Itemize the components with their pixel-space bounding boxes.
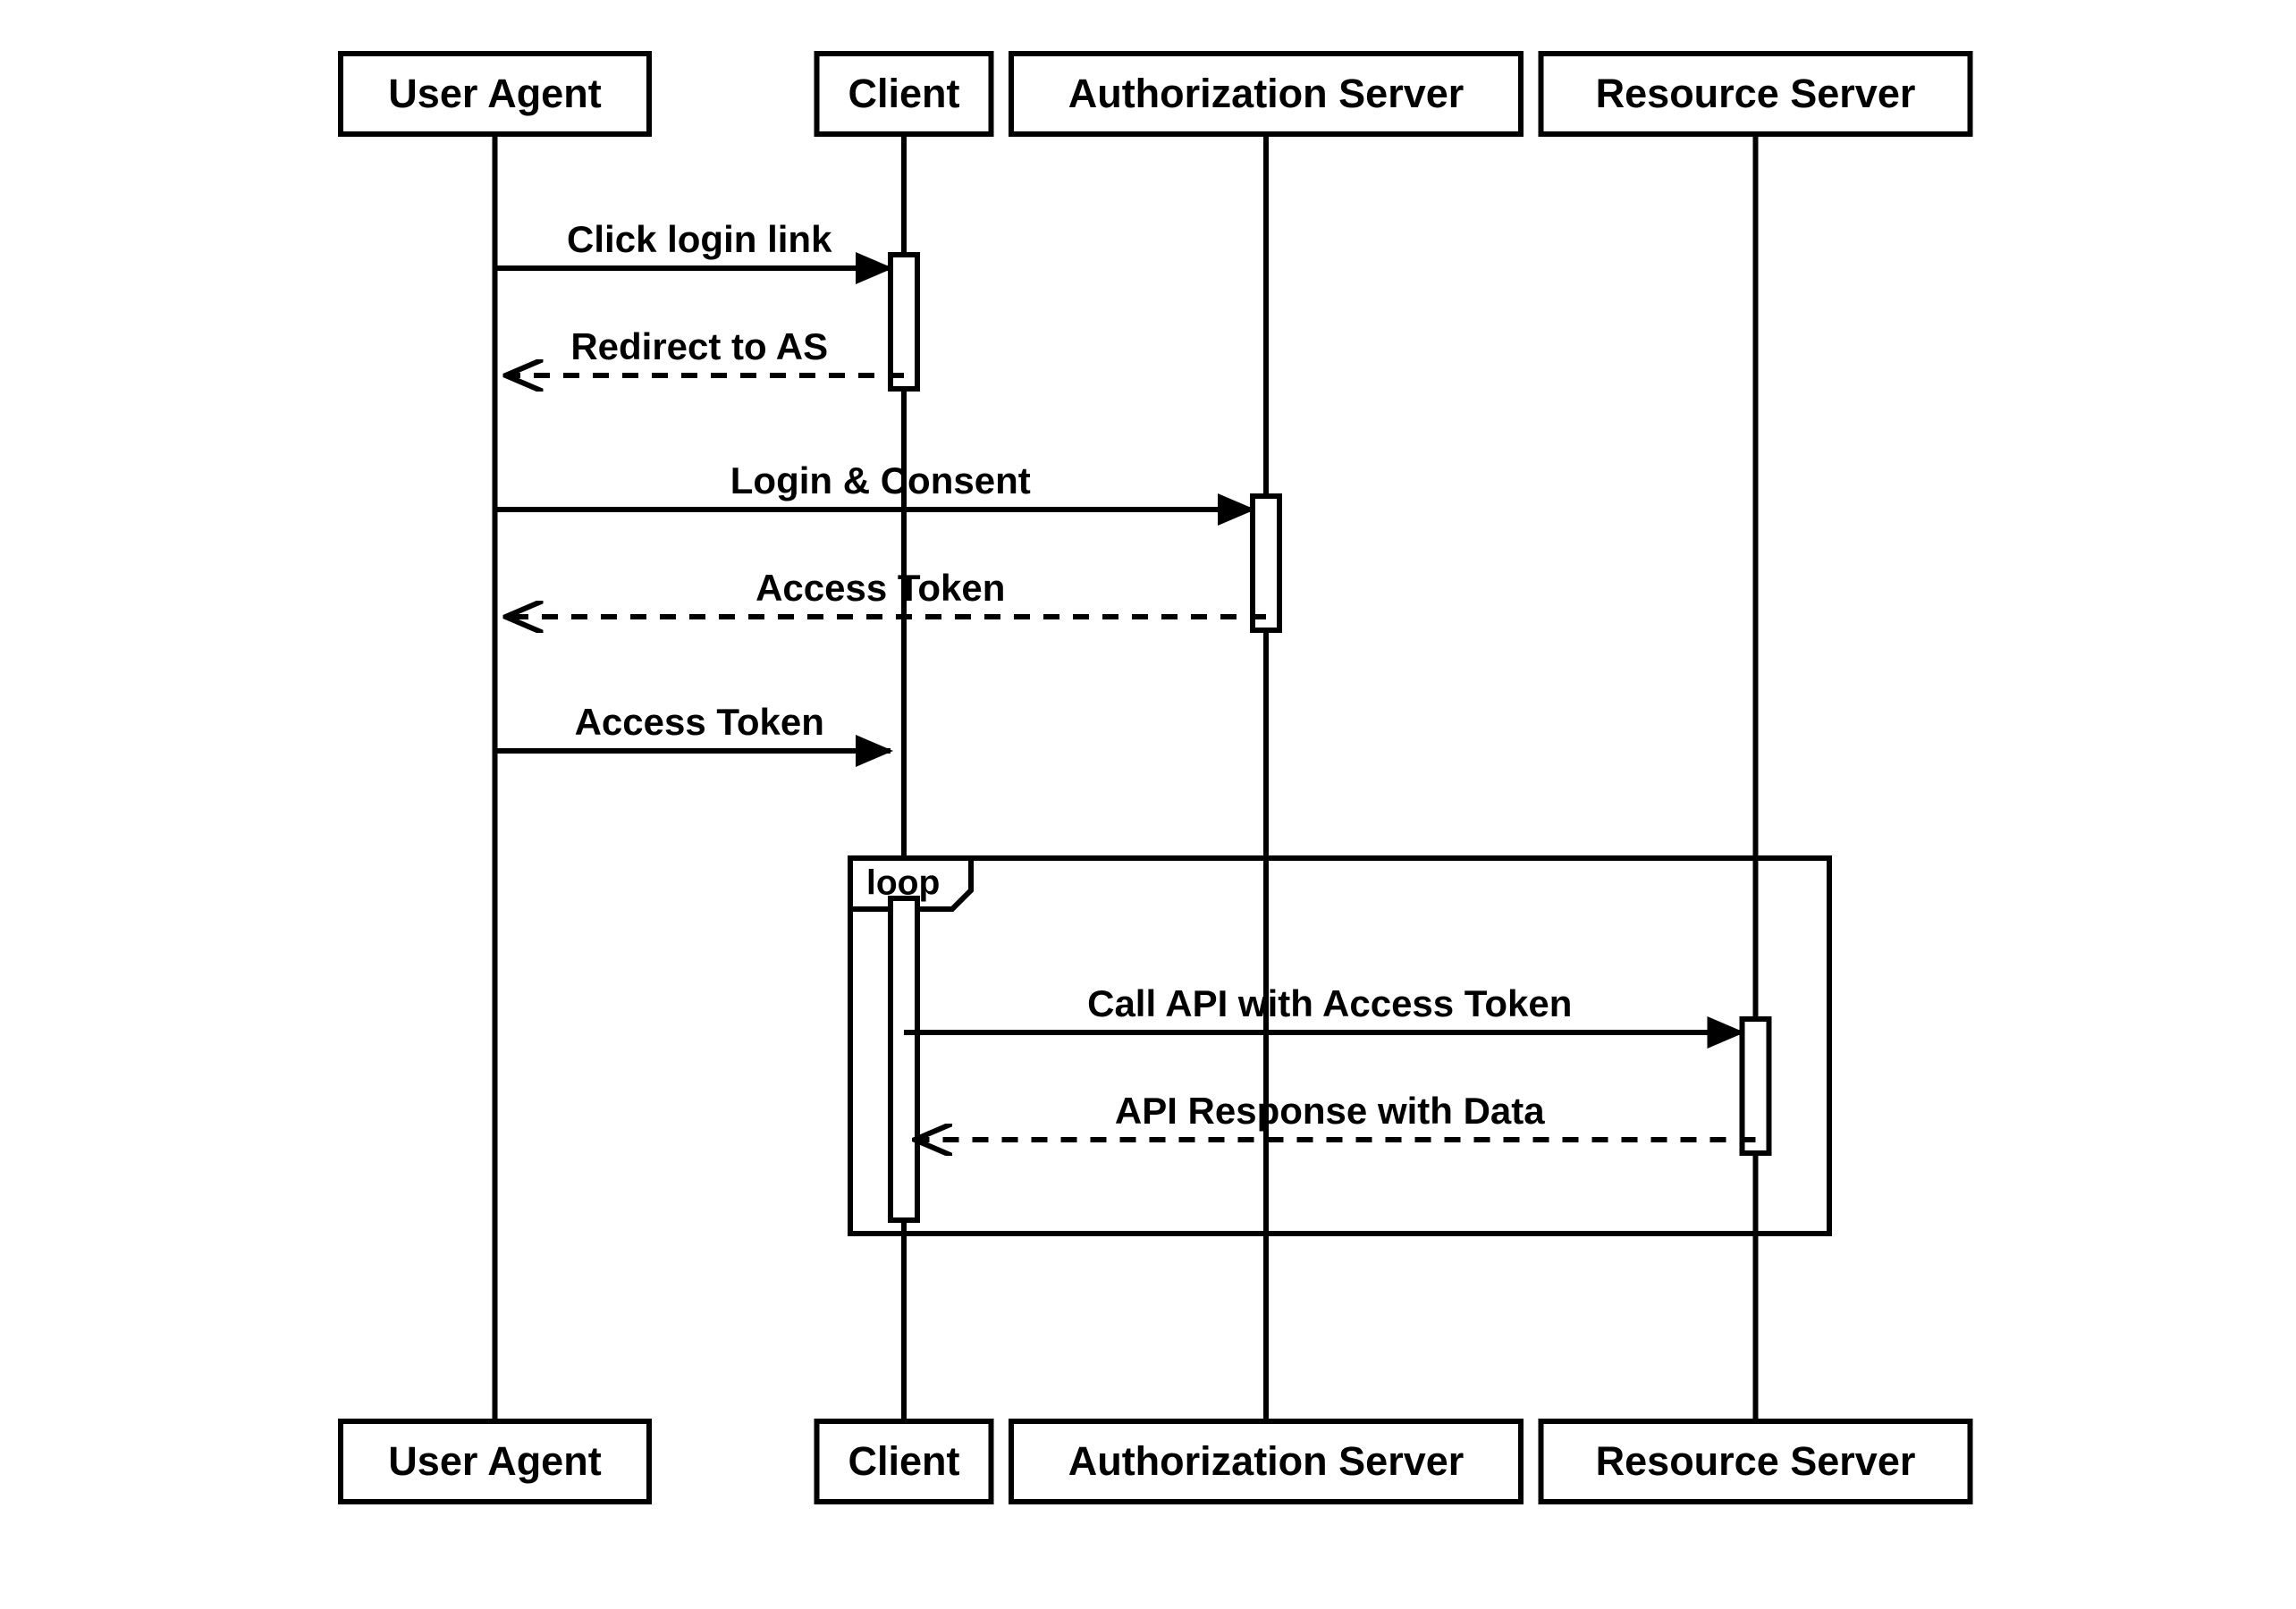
loop-frame: [850, 858, 1829, 1234]
participant-label-res_server-bottom: Resource Server: [1596, 1438, 1916, 1484]
participant-label-client-bottom: Client: [848, 1438, 959, 1484]
participant-label-auth_server-top: Authorization Server: [1068, 71, 1465, 116]
activation-res_server-3: [1743, 1019, 1769, 1153]
participant-label-user_agent-bottom: User Agent: [388, 1438, 601, 1484]
participant-label-client-top: Client: [848, 71, 959, 116]
activation-auth_server-1: [1253, 496, 1279, 630]
participant-label-res_server-top: Resource Server: [1596, 71, 1916, 116]
participant-label-auth_server-bottom: Authorization Server: [1068, 1438, 1465, 1484]
message-label-4: Access Token: [575, 701, 824, 743]
activation-client-0: [891, 255, 917, 389]
message-label-0: Click login link: [567, 218, 832, 260]
message-label-3: Access Token: [755, 567, 1005, 609]
activation-client-2: [891, 898, 917, 1220]
sequence-svg: loopUser AgentClientAuthorization Server…: [0, 0, 2296, 1609]
message-label-6: API Response with Data: [1115, 1090, 1545, 1132]
message-label-2: Login & Consent: [730, 459, 1031, 501]
message-label-5: Call API with Access Token: [1087, 982, 1572, 1024]
sequence-diagram: loopUser AgentClientAuthorization Server…: [0, 0, 2296, 1609]
message-label-1: Redirect to AS: [570, 325, 828, 367]
participant-label-user_agent-top: User Agent: [388, 71, 601, 116]
